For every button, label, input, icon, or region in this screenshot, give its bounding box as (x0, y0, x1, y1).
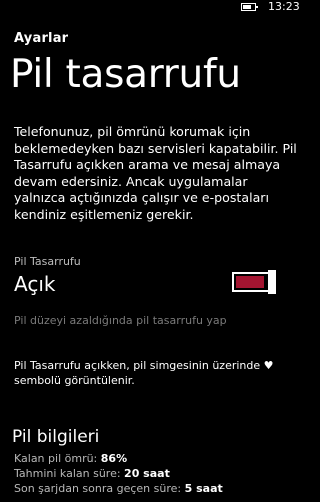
battery-saver-toggle[interactable] (232, 270, 276, 294)
app-title: Ayarlar (14, 31, 69, 46)
info-label: Son şarjdan sonra geçen süre: (14, 482, 182, 495)
info-row-estimated-time: Tahmini kalan süre: 20 saat (14, 466, 223, 481)
heart-symbol-note: Pil Tasarrufu açıkken, pil simgesinin üz… (14, 358, 300, 388)
toggle-thumb[interactable] (268, 270, 276, 294)
status-bar: 13:23 (0, 0, 304, 14)
description-text: Telefonunuz, pil ömrünü korumak için bek… (14, 124, 297, 222)
low-battery-option-link[interactable]: Pil düzeyi azaldığında pil tasarrufu yap (14, 314, 227, 327)
status-clock: 13:23 (268, 0, 300, 13)
info-row-since-charge: Son şarjdan sonra geçen süre: 5 saat (14, 481, 223, 496)
page-title: Pil tasarrufu (10, 52, 241, 97)
info-value: 5 saat (184, 482, 223, 495)
battery-icon (241, 3, 258, 11)
info-value: 20 saat (124, 467, 170, 480)
battery-info-title: Pil bilgileri (12, 427, 100, 447)
note-text-after: sembolü görüntülenir. (14, 374, 135, 387)
toggle-fill (236, 276, 264, 288)
toggle-state-text: Açık (14, 272, 56, 296)
info-label: Kalan pil ömrü: (14, 452, 98, 465)
toggle-label: Pil Tasarrufu (14, 255, 81, 268)
heart-icon: ♥ (263, 359, 274, 372)
info-value: 86% (100, 452, 128, 465)
info-label: Tahmini kalan süre: (14, 467, 121, 480)
info-row-remaining-life: Kalan pil ömrü: 86% (14, 451, 223, 466)
battery-info-list: Kalan pil ömrü: 86% Tahmini kalan süre: … (14, 451, 223, 496)
note-text-before: Pil Tasarrufu açıkken, pil simgesinin üz… (14, 359, 261, 372)
